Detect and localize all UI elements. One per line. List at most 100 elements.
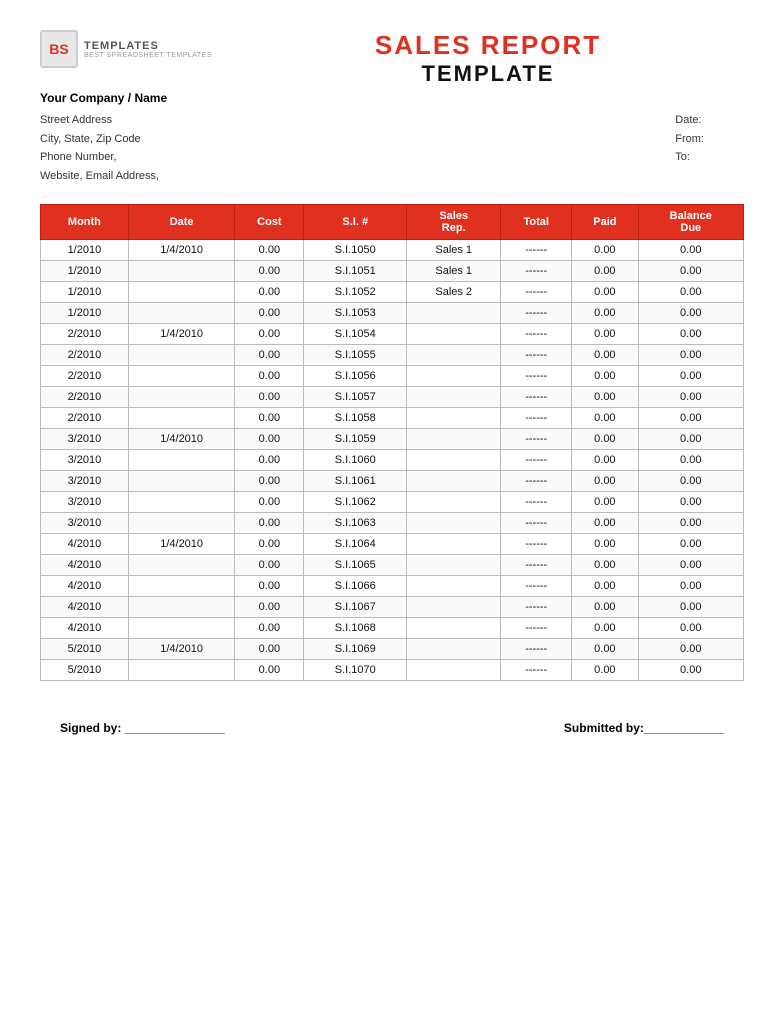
cell-13-3: S.I.1063 (304, 512, 407, 533)
cell-16-2: 0.00 (235, 575, 304, 596)
cell-17-1 (128, 596, 235, 617)
cell-17-6: 0.00 (572, 596, 638, 617)
cell-12-1 (128, 491, 235, 512)
cell-11-6: 0.00 (572, 470, 638, 491)
cell-5-7: 0.00 (638, 344, 743, 365)
cell-16-0: 4/2010 (41, 575, 129, 596)
cell-5-5: ------ (501, 344, 572, 365)
logo-sub: BEST SPREADSHEET TEMPLATES (84, 52, 212, 59)
template-subtitle: TEMPLATE (232, 61, 744, 87)
cell-12-4 (407, 491, 501, 512)
cell-3-0: 1/2010 (41, 302, 129, 323)
col-header-1: Date (128, 204, 235, 239)
table-row: 3/20100.00S.I.1063------0.000.00 (41, 512, 744, 533)
cell-17-2: 0.00 (235, 596, 304, 617)
cell-1-1 (128, 260, 235, 281)
cell-20-6: 0.00 (572, 659, 638, 680)
cell-9-4 (407, 428, 501, 449)
cell-9-5: ------ (501, 428, 572, 449)
cell-11-3: S.I.1061 (304, 470, 407, 491)
cell-11-2: 0.00 (235, 470, 304, 491)
table-row: 2/20100.00S.I.1057------0.000.00 (41, 386, 744, 407)
cell-14-2: 0.00 (235, 533, 304, 554)
cell-20-3: S.I.1070 (304, 659, 407, 680)
cell-12-3: S.I.1062 (304, 491, 407, 512)
from-label: From: (675, 130, 704, 149)
cell-7-5: ------ (501, 386, 572, 407)
col-header-6: Paid (572, 204, 638, 239)
cell-10-5: ------ (501, 449, 572, 470)
cell-1-4: Sales 1 (407, 260, 501, 281)
cell-0-0: 1/2010 (41, 239, 129, 260)
col-header-3: S.I. # (304, 204, 407, 239)
cell-2-5: ------ (501, 281, 572, 302)
cell-13-4 (407, 512, 501, 533)
cell-16-3: S.I.1066 (304, 575, 407, 596)
cell-9-1: 1/4/2010 (128, 428, 235, 449)
cell-17-5: ------ (501, 596, 572, 617)
cell-16-4 (407, 575, 501, 596)
cell-6-5: ------ (501, 365, 572, 386)
cell-7-7: 0.00 (638, 386, 743, 407)
logo-brand: TEMPLATES (84, 40, 212, 52)
submitted-by: Submitted by:____________ (564, 721, 724, 735)
cell-7-3: S.I.1057 (304, 386, 407, 407)
cell-1-7: 0.00 (638, 260, 743, 281)
cell-4-1: 1/4/2010 (128, 323, 235, 344)
cell-5-0: 2/2010 (41, 344, 129, 365)
cell-5-2: 0.00 (235, 344, 304, 365)
table-row: 4/20100.00S.I.1066------0.000.00 (41, 575, 744, 596)
cell-3-4 (407, 302, 501, 323)
table-row: 1/20100.00S.I.1051Sales 1------0.000.00 (41, 260, 744, 281)
cell-16-5: ------ (501, 575, 572, 596)
cell-16-7: 0.00 (638, 575, 743, 596)
cell-9-2: 0.00 (235, 428, 304, 449)
cell-17-0: 4/2010 (41, 596, 129, 617)
cell-7-6: 0.00 (572, 386, 638, 407)
logo-text: TEMPLATES BEST SPREADSHEET TEMPLATES (84, 40, 212, 59)
table-row: 4/20101/4/20100.00S.I.1064------0.000.00 (41, 533, 744, 554)
cell-5-1 (128, 344, 235, 365)
col-header-7: BalanceDue (638, 204, 743, 239)
cell-15-1 (128, 554, 235, 575)
cell-12-5: ------ (501, 491, 572, 512)
cell-4-5: ------ (501, 323, 572, 344)
cell-15-0: 4/2010 (41, 554, 129, 575)
phone: Phone Number, (40, 148, 159, 167)
cell-20-4 (407, 659, 501, 680)
cell-8-6: 0.00 (572, 407, 638, 428)
table-row: 1/20100.00S.I.1053------0.000.00 (41, 302, 744, 323)
cell-16-6: 0.00 (572, 575, 638, 596)
table-row: 5/20100.00S.I.1070------0.000.00 (41, 659, 744, 680)
table-row: 5/20101/4/20100.00S.I.1069------0.000.00 (41, 638, 744, 659)
cell-4-6: 0.00 (572, 323, 638, 344)
table-row: 2/20100.00S.I.1058------0.000.00 (41, 407, 744, 428)
cell-3-3: S.I.1053 (304, 302, 407, 323)
cell-18-2: 0.00 (235, 617, 304, 638)
sales-report-title: SALES REPORT (232, 30, 744, 61)
table-row: 4/20100.00S.I.1068------0.000.00 (41, 617, 744, 638)
logo-letters: BS (49, 42, 68, 56)
cell-2-4: Sales 2 (407, 281, 501, 302)
table-row: 3/20101/4/20100.00S.I.1059------0.000.00 (41, 428, 744, 449)
cell-3-7: 0.00 (638, 302, 743, 323)
cell-9-0: 3/2010 (41, 428, 129, 449)
cell-9-3: S.I.1059 (304, 428, 407, 449)
cell-8-3: S.I.1058 (304, 407, 407, 428)
cell-8-2: 0.00 (235, 407, 304, 428)
header-section: BS TEMPLATES BEST SPREADSHEET TEMPLATES … (40, 30, 744, 87)
cell-8-5: ------ (501, 407, 572, 428)
cell-11-4 (407, 470, 501, 491)
address-section: Street Address City, State, Zip Code Pho… (40, 111, 744, 186)
cell-12-7: 0.00 (638, 491, 743, 512)
sales-table: MonthDateCostS.I. #SalesRep.TotalPaidBal… (40, 204, 744, 681)
cell-10-0: 3/2010 (41, 449, 129, 470)
cell-4-4 (407, 323, 501, 344)
table-row: 3/20100.00S.I.1061------0.000.00 (41, 470, 744, 491)
cell-14-3: S.I.1064 (304, 533, 407, 554)
cell-12-6: 0.00 (572, 491, 638, 512)
cell-5-4 (407, 344, 501, 365)
cell-13-0: 3/2010 (41, 512, 129, 533)
table-row: 2/20100.00S.I.1055------0.000.00 (41, 344, 744, 365)
cell-1-6: 0.00 (572, 260, 638, 281)
